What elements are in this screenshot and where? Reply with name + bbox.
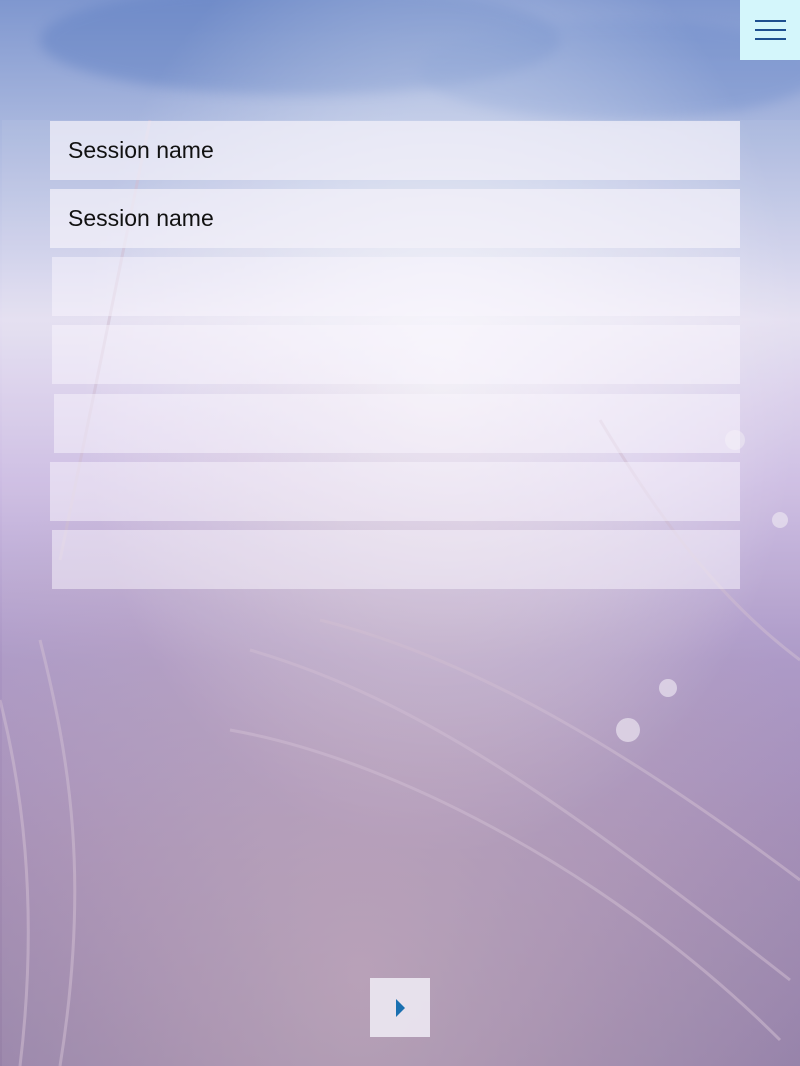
play-arrow-icon xyxy=(396,998,405,1017)
hamburger-menu-icon xyxy=(754,20,786,22)
hamburger-menu-icon-bar xyxy=(754,29,786,31)
session-item[interactable] xyxy=(52,325,740,384)
hamburger-menu-icon-bar xyxy=(754,38,786,40)
session-item[interactable] xyxy=(52,257,740,316)
next-button[interactable] xyxy=(370,978,430,1037)
session-item[interactable]: Session name xyxy=(50,121,740,180)
session-name: Session name xyxy=(68,205,214,231)
session-name: Session name xyxy=(68,137,214,163)
session-item[interactable]: Session name xyxy=(50,189,740,248)
session-item[interactable] xyxy=(54,394,740,453)
session-item[interactable] xyxy=(50,462,740,521)
session-item[interactable] xyxy=(52,530,740,589)
menu-button[interactable] xyxy=(740,0,800,60)
